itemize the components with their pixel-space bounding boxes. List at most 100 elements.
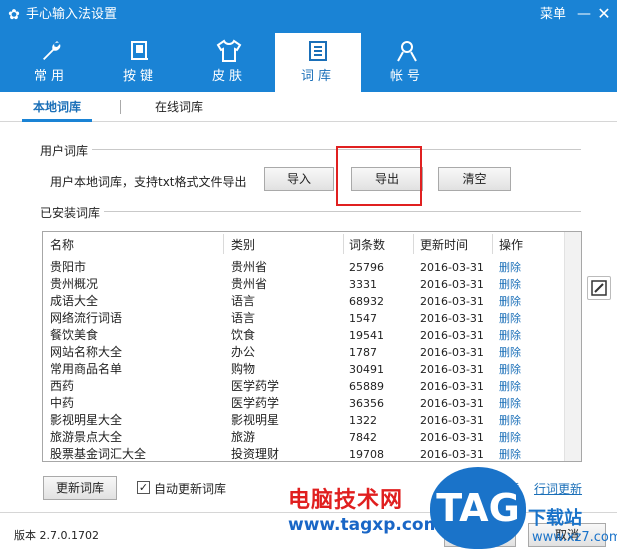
category-cell: 办公 (231, 345, 256, 359)
update-time-cell: 2016-03-31 (420, 448, 484, 461)
column-separator (492, 234, 493, 254)
table-row[interactable]: 网络流行词语 语言 1547 2016-03-31 删除 (43, 310, 563, 327)
update-time-cell: 2016-03-31 (420, 295, 484, 308)
category-cell: 旅游 (231, 430, 256, 444)
delete-link[interactable]: 删除 (499, 276, 521, 293)
watermark-side-url: www.xz7.com (532, 530, 617, 545)
tab-skin[interactable]: 皮肤 (186, 33, 272, 92)
dictionary-name-cell: 中药 (50, 396, 75, 410)
delete-link[interactable]: 删除 (499, 293, 521, 310)
installed-dictionary-heading: 已安装词库 (40, 204, 105, 221)
column-action[interactable]: 操作 (499, 236, 523, 253)
entry-count-cell: 1322 (349, 414, 377, 427)
delete-link[interactable]: 删除 (499, 310, 521, 327)
delete-link[interactable]: 删除 (499, 412, 521, 429)
entry-count-cell: 19541 (349, 329, 384, 342)
table-row[interactable]: 餐饮美食 饮食 19541 2016-03-31 删除 (43, 327, 563, 344)
column-separator (223, 234, 224, 254)
category-cell: 投资理财 (231, 447, 280, 461)
auto-update-checkbox[interactable]: ✓ (137, 481, 150, 494)
tab-dictionary[interactable]: 词库 (275, 33, 361, 92)
active-tab-indicator (22, 119, 92, 122)
entry-count-cell: 65889 (349, 380, 384, 393)
table-body: 贵阳市 贵州省 25796 2016-03-31 删除 贵州概况 贵州省 3331 2016-0… (43, 259, 563, 461)
entry-count-cell: 30491 (349, 363, 384, 376)
update-time-cell: 2016-03-31 (420, 346, 484, 359)
delete-link[interactable]: 删除 (499, 344, 521, 361)
tab-label: 帐号 (389, 69, 424, 84)
dictionary-name-cell: 股票基金词汇大全 (50, 447, 147, 461)
watermark-logo: TAG (430, 467, 526, 549)
dictionary-name-cell: 成语大全 (50, 294, 99, 308)
table-row[interactable]: 影视明星大全 影视明星 1322 2016-03-31 删除 (43, 412, 563, 429)
column-count[interactable]: 词条数 (349, 236, 385, 253)
group-divider (40, 211, 581, 212)
wrench-icon (8, 33, 94, 63)
category-cell: 购物 (231, 362, 256, 376)
delete-link[interactable]: 删除 (499, 259, 521, 276)
column-category[interactable]: 类别 (231, 236, 255, 253)
entry-count-cell: 36356 (349, 397, 384, 410)
table-header: 名称 类别 词条数 更新时间 操作 (43, 232, 581, 256)
delete-link[interactable]: 删除 (499, 327, 521, 344)
popular-words-update-link[interactable]: 行词更新 (534, 480, 582, 497)
entry-count-cell: 1547 (349, 312, 377, 325)
column-update-time[interactable]: 更新时间 (420, 236, 468, 253)
tab-account[interactable]: 帐号 (364, 33, 450, 92)
delete-link[interactable]: 删除 (499, 378, 521, 395)
delete-link[interactable]: 删除 (499, 446, 521, 461)
delete-link[interactable]: 删除 (499, 361, 521, 378)
close-button[interactable]: ✕ (596, 4, 612, 26)
update-time-cell: 2016-03-31 (420, 397, 484, 410)
scrollbar[interactable] (564, 232, 581, 461)
tab-online-dictionary[interactable]: 在线词库 (155, 99, 203, 115)
sub-tab-bar: 本地词库 在线词库 (0, 92, 617, 122)
clear-button[interactable]: 清空 (438, 167, 511, 191)
watermark-url: www.tagxp.com (288, 515, 442, 535)
tab-label: 常用 (33, 69, 68, 84)
tab-label: 皮肤 (211, 69, 246, 84)
table-row[interactable]: 成语大全 语言 68932 2016-03-31 删除 (43, 293, 563, 310)
table-row[interactable]: 股票基金词汇大全 投资理财 19708 2016-03-31 删除 (43, 446, 563, 461)
entry-count-cell: 19708 (349, 448, 384, 461)
edit-icon[interactable] (587, 276, 611, 300)
update-time-cell: 2016-03-31 (420, 312, 484, 325)
entry-count-cell: 1787 (349, 346, 377, 359)
update-time-cell: 2016-03-31 (420, 329, 484, 342)
export-highlight (336, 146, 422, 206)
category-cell: 医学药学 (231, 379, 280, 393)
table-row[interactable]: 中药 医学药学 36356 2016-03-31 删除 (43, 395, 563, 412)
table-row[interactable]: 贵阳市 贵州省 25796 2016-03-31 删除 (43, 259, 563, 276)
update-time-cell: 2016-03-31 (420, 278, 484, 291)
watermark-text: 电脑技术网 (288, 488, 404, 513)
update-time-cell: 2016-03-31 (420, 380, 484, 393)
update-time-cell: 2016-03-31 (420, 414, 484, 427)
tab-keys[interactable]: 按键 (97, 33, 183, 92)
gear-icon: ✿ (8, 7, 20, 23)
update-dictionary-button[interactable]: 更新词库 (43, 476, 117, 500)
table-row[interactable]: 贵州概况 贵州省 3331 2016-03-31 删除 (43, 276, 563, 293)
dictionary-icon (275, 33, 361, 63)
category-cell: 贵州省 (231, 260, 268, 274)
category-cell: 医学药学 (231, 396, 280, 410)
import-button[interactable]: 导入 (264, 167, 334, 191)
minimize-button[interactable]: — (576, 4, 592, 26)
dictionary-name-cell: 影视明星大全 (50, 413, 123, 427)
table-row[interactable]: 常用商品名单 购物 30491 2016-03-31 删除 (43, 361, 563, 378)
keyboard-icon (97, 33, 183, 63)
table-row[interactable]: 旅游景点大全 旅游 7842 2016-03-31 删除 (43, 429, 563, 446)
delete-link[interactable]: 删除 (499, 395, 521, 412)
window-title: 手心输入法设置 (26, 7, 118, 22)
tab-common[interactable]: 常用 (8, 33, 94, 92)
column-name[interactable]: 名称 (50, 236, 74, 253)
menu-button[interactable]: 菜单 (540, 7, 566, 23)
entry-count-cell: 25796 (349, 261, 384, 274)
delete-link[interactable]: 删除 (499, 429, 521, 446)
category-cell: 饮食 (231, 328, 256, 342)
entry-count-cell: 3331 (349, 278, 377, 291)
auto-update-label: 自动更新词库 (154, 482, 227, 496)
table-row[interactable]: 西药 医学药学 65889 2016-03-31 删除 (43, 378, 563, 395)
group-divider (40, 149, 581, 150)
tab-local-dictionary[interactable]: 本地词库 (33, 99, 81, 115)
table-row[interactable]: 网站名称大全 办公 1787 2016-03-31 删除 (43, 344, 563, 361)
